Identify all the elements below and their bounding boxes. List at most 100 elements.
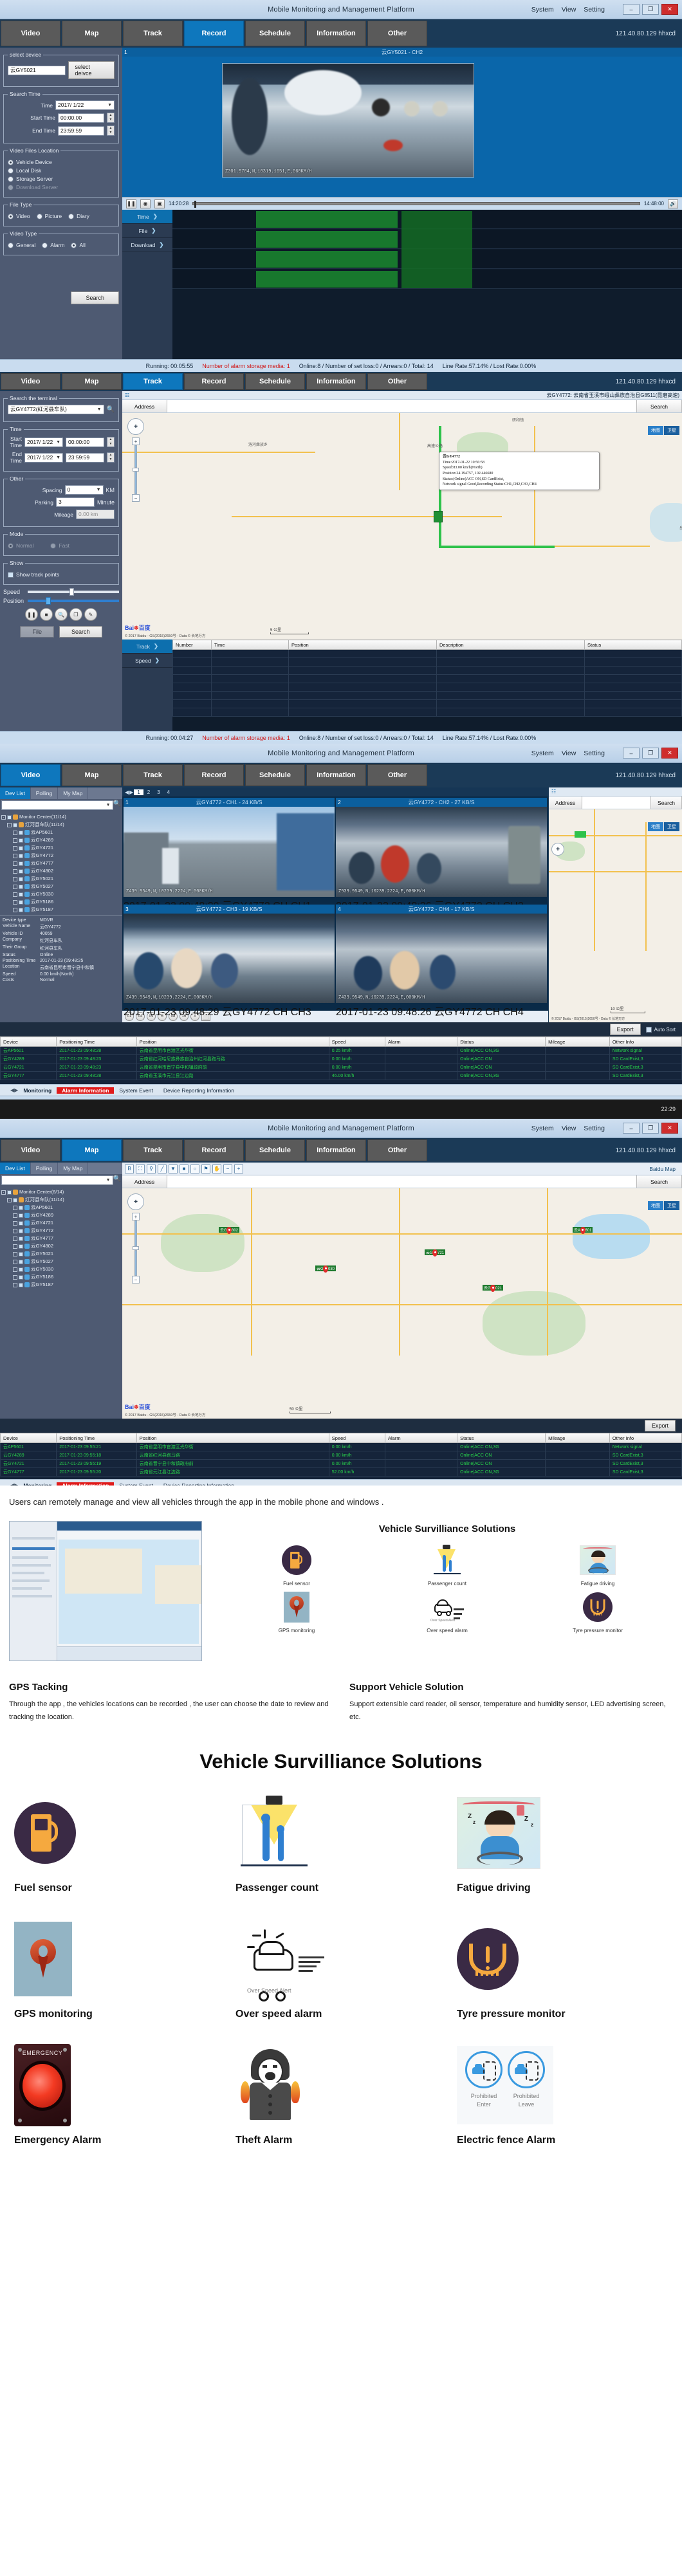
address-input[interactable] [167, 400, 637, 412]
map-type-satellite[interactable]: 卫星 [664, 426, 679, 435]
checkbox-icon[interactable] [13, 823, 17, 827]
tree-node[interactable]: 云GY5021 [1, 875, 121, 883]
table-row[interactable] [173, 650, 682, 658]
checkbox-icon[interactable] [19, 1237, 23, 1241]
tree-node[interactable]: 云GY5027 [1, 883, 121, 890]
checkbox-icon[interactable] [19, 1213, 23, 1218]
tab-track[interactable]: Track [123, 373, 183, 390]
checkbox-icon[interactable] [19, 831, 23, 835]
map-type-normal[interactable]: 地图 [648, 426, 663, 435]
speed-slider[interactable] [28, 591, 119, 593]
track-file-button[interactable]: File [20, 626, 54, 638]
tree-node[interactable]: 云GY4289 [1, 836, 121, 844]
tab-my-map[interactable]: My Map [58, 1163, 88, 1174]
copy-icon[interactable]: ❐ [69, 608, 82, 621]
radio-video-alarm[interactable]: Alarm [42, 242, 64, 248]
checkbox-icon[interactable] [19, 900, 23, 905]
checkbox-icon[interactable] [19, 846, 23, 851]
minimize-icon[interactable]: – [623, 748, 640, 759]
zoom-out-icon[interactable]: − [132, 1276, 140, 1283]
chevron-down-icon[interactable]: ▼ [97, 485, 101, 495]
tree-node[interactable]: 云GY4777 [1, 860, 121, 867]
spacing-select[interactable]: 0 ▼ [65, 485, 104, 495]
address-input[interactable] [582, 796, 651, 809]
checkbox-icon[interactable] [19, 1275, 23, 1280]
address-input[interactable] [167, 1175, 637, 1188]
tab-video[interactable]: Video [1, 373, 60, 390]
tab-record[interactable]: Record [184, 764, 244, 786]
tree-node[interactable]: - Monitor Center(11/14) [1, 813, 121, 821]
expand-icon[interactable] [13, 838, 17, 843]
tree-node[interactable]: 云GY4772 [1, 852, 121, 860]
export-button[interactable]: Export [610, 1024, 641, 1035]
table-row[interactable] [173, 700, 682, 708]
checkbox-icon[interactable] [19, 838, 23, 843]
track-start-stepper[interactable]: ▲ ▼ [107, 437, 115, 447]
record-video-stage[interactable]: 1 云GY5021 - CH2 Z301.9784,N,10319.1651,E… [122, 48, 682, 197]
tab-schedule[interactable]: Schedule [245, 764, 305, 786]
table-row[interactable] [173, 708, 682, 717]
zoom-in-icon[interactable]: 🔍 [55, 608, 68, 621]
page-tab-1[interactable]: 1 [134, 789, 143, 795]
tree-node[interactable]: 云GY5030 [1, 890, 121, 898]
rect-icon[interactable]: ■ [180, 1164, 189, 1173]
menu-setting[interactable]: Setting [584, 6, 605, 14]
radio-file-picture[interactable]: Picture [37, 213, 62, 219]
segment-tab-download[interactable]: Download ❯ [122, 238, 172, 252]
expand-icon[interactable] [13, 1260, 17, 1264]
chevron-down-icon[interactable]: ▼ [106, 800, 111, 810]
video-data-grid[interactable]: Device Positioning Time Position Speed Alarm… [0, 1036, 682, 1084]
page-tab-2[interactable]: 2 [144, 789, 153, 795]
expand-icon[interactable] [13, 1275, 17, 1280]
bottom-tab-system-event[interactable]: System Event [114, 1087, 158, 1094]
camera-tile-1[interactable]: 1 云GY4772 - CH1 - 24 KB/S Z439.9549,N,102… [124, 798, 335, 903]
checkbox-icon[interactable] [19, 892, 23, 897]
track-map-search-button[interactable]: Search [637, 400, 682, 412]
camera-view[interactable]: Z939.9549,N,10239.2224,E,000KM/H [336, 807, 547, 897]
radio-mode-normal[interactable]: Normal [8, 542, 33, 549]
zoom-out-icon[interactable]: − [132, 494, 140, 502]
bottom-tab-device-reporting[interactable]: Device Reporting Information [158, 1087, 239, 1094]
expand-icon[interactable] [13, 892, 17, 897]
record-timeline[interactable] [172, 210, 682, 359]
table-row[interactable]: 云GY4721 2017-01-23 09:55:19 云南省晋宁县中和镇政府前 0.… [1, 1460, 682, 1468]
menu-view[interactable]: View [562, 1125, 576, 1132]
tab-dev-list[interactable]: Dev List [0, 1163, 31, 1174]
map-zoom-control[interactable]: + − [132, 1213, 140, 1283]
zoom-in-icon[interactable]: + [132, 1213, 140, 1220]
volume-icon[interactable]: 🔊 [668, 199, 678, 208]
line-icon[interactable]: ╱ [158, 1164, 167, 1173]
radio-vehicle-device[interactable]: Vehicle Device [8, 159, 115, 165]
device-tree[interactable]: - Monitor Center(11/14) - 红河县车队(11/14) 云AP56… [0, 811, 122, 915]
marker-icon[interactable]: ⚑ [201, 1164, 210, 1173]
checkbox-icon[interactable] [13, 1198, 17, 1202]
track-search-button[interactable]: Search [59, 626, 102, 638]
tab-other[interactable]: Other [367, 21, 427, 46]
tree-node[interactable]: - 红河县车队(11/14) [1, 821, 121, 829]
table-row[interactable]: 云GY4777 2017-01-23 09:48:28 云南省玉溪市元江县江边路 46… [1, 1072, 682, 1080]
tab-polling[interactable]: Polling [31, 1163, 59, 1174]
tab-other[interactable]: Other [367, 764, 427, 786]
chevron-down-icon[interactable]: ▼ [106, 1175, 111, 1185]
radio-video-general[interactable]: General [8, 242, 35, 248]
tree-node[interactable]: 云GY4721 [1, 1219, 121, 1227]
tab-track[interactable]: Track [123, 764, 183, 786]
track-end-time[interactable]: 23:59:59 [66, 453, 104, 463]
fullscreen-icon[interactable]: ☷ [125, 392, 129, 398]
maximize-icon[interactable]: ❐ [642, 4, 659, 15]
tree-node[interactable]: 云GY5027 [1, 1258, 121, 1265]
map-provider-label[interactable]: Baidu Map [649, 1166, 679, 1172]
checkbox-icon[interactable] [19, 877, 23, 881]
map-search-button[interactable]: Search [637, 1175, 682, 1188]
save-icon[interactable]: ὚B [125, 1164, 134, 1173]
tab-information[interactable]: Information [306, 21, 366, 46]
vehicle-marker[interactable] [434, 511, 443, 522]
map-pan-control[interactable]: ✚ [551, 843, 564, 856]
pause-icon[interactable]: ❚❚ [126, 199, 136, 208]
tree-node[interactable]: 云AP5601 [1, 829, 121, 836]
tree-node[interactable]: 云GY4802 [1, 867, 121, 875]
close-icon[interactable]: ✕ [661, 1123, 678, 1134]
expand-icon[interactable] [13, 1213, 17, 1218]
camera-tile-2[interactable]: 2 云GY4772 - CH2 - 27 KB/S Z939.9549,N,102… [336, 798, 547, 903]
chevron-down-icon[interactable]: ▼ [107, 100, 112, 110]
